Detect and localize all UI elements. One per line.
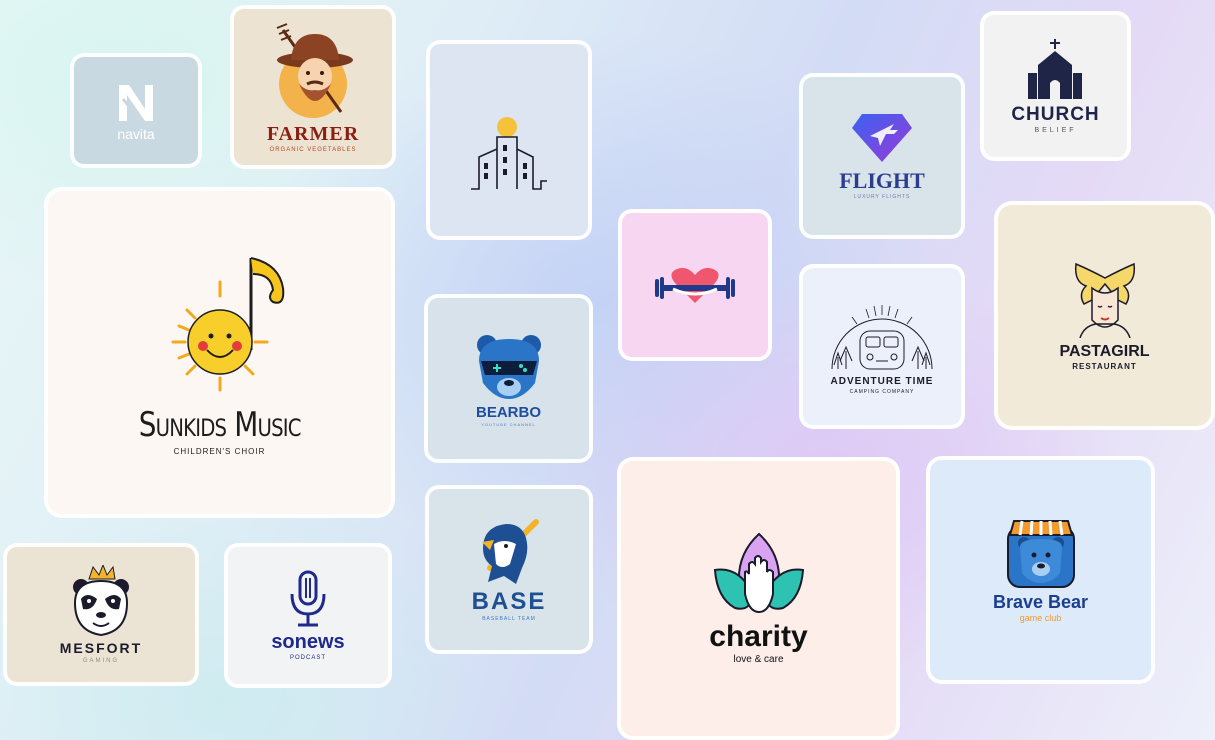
church-building-icon: [1027, 38, 1082, 99]
charity-name: charity: [709, 620, 808, 653]
farmer-name: FARMER: [266, 122, 360, 145]
logo-card-buildings[interactable]: [426, 40, 592, 240]
bear-shop-icon: [1006, 520, 1075, 588]
pasta-girl-portrait-icon: [1074, 262, 1135, 338]
farmer-portrait-icon: [276, 22, 353, 118]
logo-card-navita[interactable]: navita: [70, 53, 202, 168]
diamond-plane-icon: [852, 114, 912, 162]
camper-van-forest-icon: [831, 304, 933, 369]
sonews-tagline: PODCAST: [289, 655, 326, 661]
pastagirl-tagline: RESTAURANT: [1072, 362, 1137, 371]
base-name: BASE: [471, 587, 547, 615]
bear-gamer-icon: [476, 334, 541, 399]
logo-card-brave-bear[interactable]: Brave Bear game club: [926, 456, 1155, 684]
navita-n-mark-icon: [119, 84, 153, 122]
adventure-name: ADVENTURE TIME: [830, 375, 934, 387]
navita-name: navita: [117, 125, 155, 142]
base-tagline: BASEBALL TEAM: [482, 615, 536, 622]
logo-card-charity[interactable]: charity love & care: [617, 457, 900, 740]
sun-music-note-icon: [171, 256, 284, 391]
logo-card-sonews[interactable]: sonews PODCAST: [224, 543, 392, 688]
eagle-baseball-icon: [482, 518, 539, 584]
logo-card-base[interactable]: BASE BASEBALL TEAM: [425, 485, 593, 654]
flight-tagline: LUXURY FLIGHTS: [853, 194, 911, 200]
logo-card-mesfort[interactable]: MESFORT GAMING: [3, 543, 199, 686]
sunkids-tagline: CHILDREN'S CHOIR: [173, 446, 266, 456]
sunkids-name: Sunkids Music: [138, 404, 302, 445]
flight-name: FLIGHT: [839, 168, 925, 193]
logo-card-church[interactable]: CHURCH BELIEF: [980, 11, 1131, 161]
sonews-name: sonews: [271, 631, 345, 653]
church-name: CHURCH: [1011, 103, 1100, 125]
logo-card-flight[interactable]: FLIGHT LUXURY FLIGHTS: [799, 73, 965, 239]
logo-card-pastagirl[interactable]: PASTAGIRL RESTAURANT: [994, 201, 1215, 430]
logo-card-bearbo[interactable]: BEARBO YOUTUBE CHANNEL: [424, 294, 593, 463]
farmer-tagline: ORGANIC VEGETABLES: [269, 146, 357, 153]
bearbo-name: BEARBO: [475, 403, 541, 421]
bravebear-name: Brave Bear: [992, 592, 1089, 612]
heart-dumbbell-icon: [655, 267, 735, 303]
city-buildings-sun-icon: [471, 117, 547, 190]
logo-card-sunkids[interactable]: Sunkids Music CHILDREN'S CHOIR: [44, 187, 395, 518]
adventure-tagline: CAMPING COMPANY: [849, 388, 915, 395]
panda-crown-icon: [73, 565, 129, 637]
pastagirl-name: PASTAGIRL: [1059, 343, 1150, 360]
church-tagline: BELIEF: [1034, 126, 1077, 134]
bravebear-tagline: game club: [1019, 613, 1062, 623]
mesfort-tagline: GAMING: [82, 658, 120, 664]
logo-card-adventure[interactable]: ADVENTURE TIME CAMPING COMPANY: [799, 264, 965, 429]
bearbo-tagline: YOUTUBE CHANNEL: [481, 421, 536, 427]
charity-tagline: love & care: [733, 654, 784, 665]
logo-card-farmer[interactable]: FARMER ORGANIC VEGETABLES: [230, 5, 396, 169]
mesfort-name: MESFORT: [59, 640, 143, 656]
lotus-hand-icon: [713, 532, 804, 614]
microphone-icon: [290, 570, 326, 627]
logo-card-heart-fitness[interactable]: [618, 209, 772, 361]
